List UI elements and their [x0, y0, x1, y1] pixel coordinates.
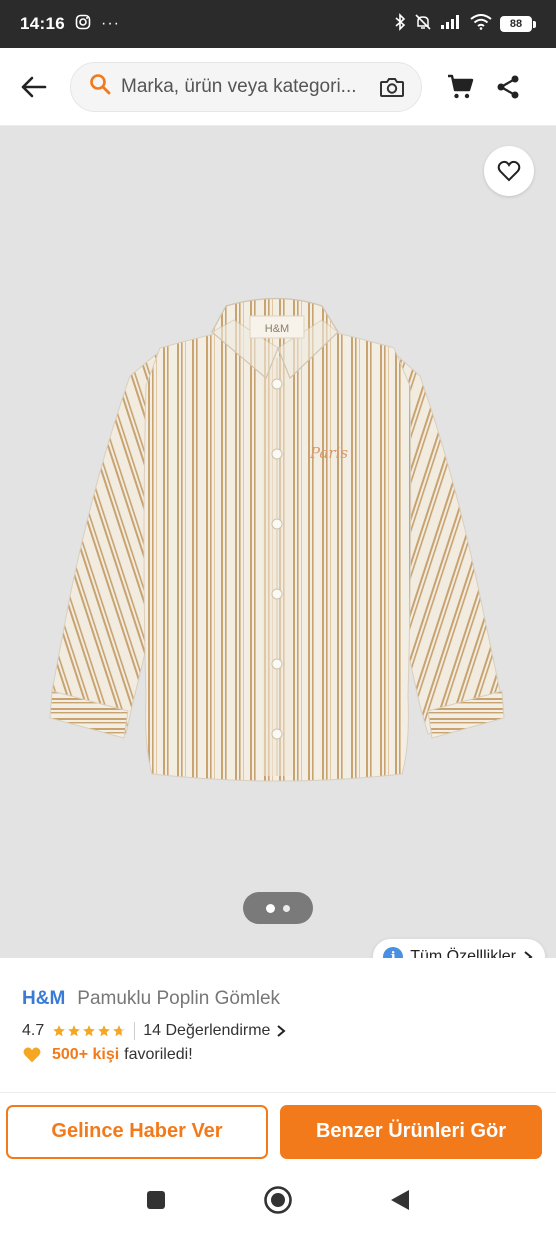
shirt-label-text: H&M — [265, 323, 289, 335]
rating-value: 4.7 — [22, 1022, 45, 1039]
cart-icon — [448, 74, 474, 98]
mute-bell-icon — [414, 13, 432, 36]
star-icon — [113, 1025, 126, 1037]
bluetooth-icon — [394, 12, 406, 36]
search-bar[interactable]: Marka, ürün veya kategori... — [70, 61, 422, 112]
cart-button[interactable] — [440, 65, 480, 109]
back-button[interactable] — [12, 65, 56, 109]
chevron-right-icon — [277, 1025, 286, 1037]
embroidery-text: Paris — [309, 444, 348, 462]
pager-dot — [283, 904, 290, 912]
product-title: H&M Pamuklu Poplin Gömlek — [22, 988, 534, 1010]
image-pager-indicator — [243, 892, 313, 924]
battery-icon: 88 — [500, 16, 536, 32]
search-input[interactable]: Marka, ürün veya kategori... — [121, 76, 377, 98]
star-icon — [53, 1025, 66, 1037]
home-icon — [264, 1186, 292, 1214]
product-image: H&M Paris — [49, 297, 505, 782]
product-image-gallery[interactable]: H&M Paris i Tüm Özelllikler — [0, 126, 556, 958]
battery-level: 88 — [500, 16, 532, 32]
rating-row[interactable]: 4.7 14 Değerlendirme — [22, 1022, 534, 1040]
instagram-icon — [75, 14, 91, 35]
share-button[interactable] — [488, 65, 528, 109]
favorite-button[interactable] — [484, 146, 534, 196]
brand-link[interactable]: H&M — [22, 988, 65, 1010]
rating-stars — [52, 1024, 126, 1038]
system-navigation-bar — [0, 1170, 556, 1235]
recents-icon — [147, 1191, 165, 1209]
home-button[interactable] — [263, 1185, 293, 1220]
orange-heart-icon — [23, 1047, 41, 1063]
star-icon — [83, 1025, 96, 1037]
wifi-icon — [470, 13, 492, 35]
star-icon — [98, 1025, 111, 1037]
star-icon — [68, 1025, 81, 1037]
status-bar: 14:16 ··· 88 — [0, 0, 556, 48]
top-app-bar: Marka, ürün veya kategori... — [0, 48, 556, 126]
chevron-right-icon — [524, 951, 533, 958]
favorite-suffix: favoriledi! — [124, 1046, 193, 1063]
favorite-count-row: 500+ kişi favoriledi! — [22, 1046, 534, 1064]
share-icon — [497, 75, 519, 98]
search-icon — [89, 73, 111, 100]
recents-button[interactable] — [145, 1189, 167, 1216]
all-specs-button[interactable]: i Tüm Özelllikler — [372, 938, 546, 958]
product-name: Pamuklu Poplin Gömlek — [77, 988, 281, 1009]
heart-icon — [497, 160, 521, 182]
all-specs-label: Tüm Özelllikler — [410, 948, 516, 958]
similar-products-button[interactable]: Benzer Ürünleri Gör — [280, 1104, 542, 1159]
info-icon: i — [383, 947, 404, 958]
product-info: H&M Pamuklu Poplin Gömlek 4.7 14 Değerle… — [0, 958, 556, 1092]
review-count: 14 Değerlendirme — [143, 1022, 271, 1039]
back-arrow-icon — [21, 76, 47, 97]
notify-when-available-button[interactable]: Gelince Haber Ver — [6, 1104, 268, 1159]
favorite-count: 500+ kişi — [52, 1046, 120, 1063]
signal-icon — [440, 14, 462, 35]
back-triangle-icon — [391, 1190, 409, 1210]
pager-dot-active — [266, 903, 275, 913]
back-nav-button[interactable] — [389, 1188, 411, 1217]
more-notifications-icon: ··· — [100, 15, 120, 32]
camera-search-icon[interactable] — [377, 72, 407, 102]
status-time: 14:16 — [20, 14, 65, 33]
action-bar: Gelince Haber Ver Benzer Ürünleri Gör — [0, 1092, 556, 1170]
